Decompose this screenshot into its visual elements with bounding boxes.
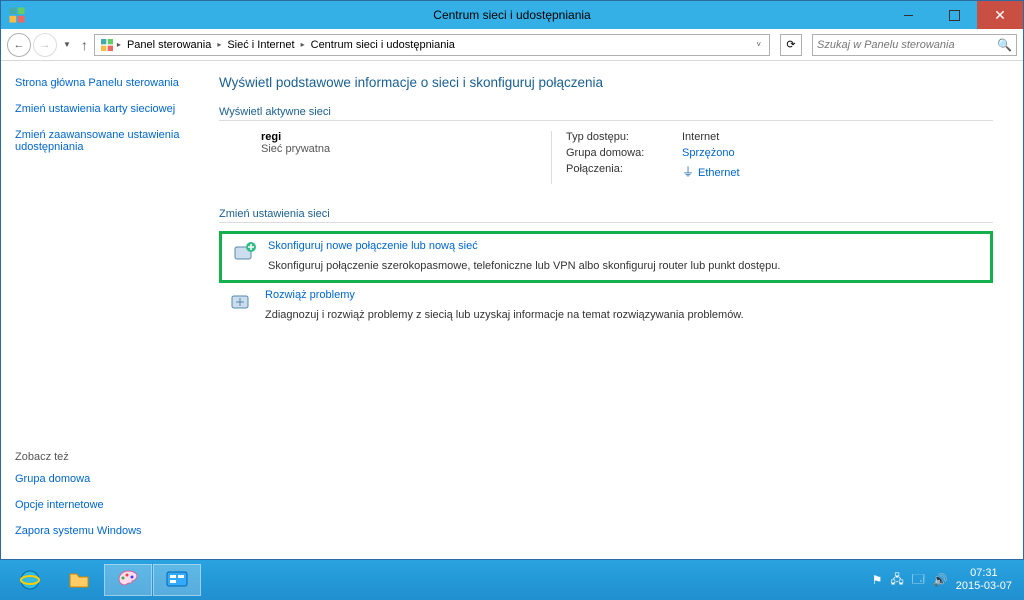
search-icon[interactable]: 🔍 — [997, 38, 1012, 52]
troubleshoot-title[interactable]: Rozwiąż problemy — [265, 289, 744, 301]
sidebar: Strona główna Panelu sterowania Zmień us… — [1, 61, 211, 559]
see-also-internet-options[interactable]: Opcje internetowe — [15, 499, 197, 511]
troubleshoot[interactable]: Rozwiąż problemy Zdiagnozuj i rozwiąż pr… — [219, 283, 993, 329]
content: Wyświetl podstawowe informacje o sieci i… — [211, 61, 1023, 559]
content-heading: Wyświetl podstawowe informacje o sieci i… — [219, 75, 1023, 90]
clock[interactable]: 07:31 2015-03-07 — [956, 567, 1018, 593]
breadcrumb-seg-2[interactable]: Centrum sieci i udostępniania — [307, 35, 459, 55]
address-dropdown[interactable]: ˅ — [752, 40, 765, 49]
task-paint[interactable] — [104, 564, 152, 596]
sidebar-link-home[interactable]: Strona główna Panelu sterowania — [15, 77, 197, 89]
search-input[interactable] — [817, 39, 997, 51]
window: Centrum sieci i udostępniania ✕ ← → ▼ ↑ … — [0, 0, 1024, 560]
location-icon — [99, 37, 115, 53]
tray-power-icon[interactable]: 🗔 — [912, 570, 925, 591]
sidebar-link-advanced[interactable]: Zmień zaawansowane ustawienia udostępnia… — [15, 129, 197, 153]
setup-connection-title[interactable]: Skonfiguruj nowe połączenie lub nową sie… — [268, 240, 780, 252]
breadcrumb-sep: ▸ — [217, 40, 221, 49]
tray-network-icon[interactable]: 🖧 — [890, 570, 903, 591]
see-also-homegroup[interactable]: Grupa domowa — [15, 473, 197, 485]
breadcrumb-sep: ▸ — [117, 40, 121, 49]
setup-connection-desc: Skonfiguruj połączenie szerokopasmowe, t… — [268, 260, 780, 272]
active-network: regi Sieć prywatna Typ dostępu: Internet… — [261, 131, 1023, 184]
breadcrumb-seg-0[interactable]: Panel sterowania — [123, 35, 215, 55]
window-title: Centrum sieci i udostępniania — [433, 8, 590, 22]
tray-volume-icon[interactable]: 🔊 — [933, 573, 948, 587]
troubleshoot-icon — [229, 289, 255, 315]
minimize-button[interactable] — [885, 1, 931, 29]
task-control-panel[interactable] — [153, 564, 201, 596]
clock-date: 2015-03-07 — [956, 580, 1012, 593]
ethernet-icon: ⏚ — [682, 163, 694, 180]
up-button[interactable]: ↑ — [81, 37, 88, 53]
toolbar: ← → ▼ ↑ ▸ Panel sterowania ▸ Sieć i Inte… — [1, 29, 1023, 61]
window-controls: ✕ — [885, 1, 1023, 29]
search-box[interactable]: 🔍 — [812, 34, 1017, 56]
task-ie[interactable] — [6, 564, 54, 596]
see-also-heading: Zobacz też — [15, 451, 197, 463]
setup-new-connection[interactable]: Skonfiguruj nowe połączenie lub nową sie… — [219, 231, 993, 283]
network-type: Sieć prywatna — [261, 143, 551, 155]
net-access-value: Internet — [682, 131, 719, 143]
see-also-firewall[interactable]: Zapora systemu Windows — [15, 525, 197, 537]
task-explorer[interactable] — [55, 564, 103, 596]
network-name: regi — [261, 131, 551, 143]
net-connections-label: Połączenia: — [566, 163, 682, 180]
forward-button[interactable]: → — [33, 33, 57, 57]
refresh-button[interactable]: ⟳ — [780, 34, 802, 56]
section-change-settings: Zmień ustawienia sieci — [219, 208, 993, 223]
taskbar[interactable]: ⚑ 🖧 🗔 🔊 07:31 2015-03-07 — [0, 560, 1024, 600]
titlebar[interactable]: Centrum sieci i udostępniania ✕ — [1, 1, 1023, 29]
sidebar-link-adapter[interactable]: Zmień ustawienia karty sieciowej — [15, 103, 197, 115]
net-connections-value[interactable]: ⏚Ethernet — [682, 163, 740, 180]
back-button[interactable]: ← — [7, 33, 31, 57]
breadcrumb-seg-1[interactable]: Sieć i Internet — [223, 35, 298, 55]
section-active-networks: Wyświetl aktywne sieci — [219, 106, 993, 121]
setup-connection-icon — [232, 240, 258, 266]
close-button[interactable]: ✕ — [977, 1, 1023, 29]
control-panel-icon — [7, 5, 27, 25]
net-access-label: Typ dostępu: — [566, 131, 682, 143]
net-homegroup-label: Grupa domowa: — [566, 147, 682, 159]
body: Strona główna Panelu sterowania Zmień us… — [1, 61, 1023, 559]
net-homegroup-value[interactable]: Sprzężono — [682, 147, 735, 159]
troubleshoot-desc: Zdiagnozuj i rozwiąż problemy z siecią l… — [265, 309, 744, 321]
breadcrumb-sep: ▸ — [301, 40, 305, 49]
address-bar[interactable]: ▸ Panel sterowania ▸ Sieć i Internet ▸ C… — [94, 34, 770, 56]
nav-history-dropdown[interactable]: ▼ — [63, 40, 71, 49]
clock-time: 07:31 — [956, 567, 1012, 580]
tray-flag-icon[interactable]: ⚑ — [872, 573, 883, 587]
maximize-button[interactable] — [931, 1, 977, 29]
